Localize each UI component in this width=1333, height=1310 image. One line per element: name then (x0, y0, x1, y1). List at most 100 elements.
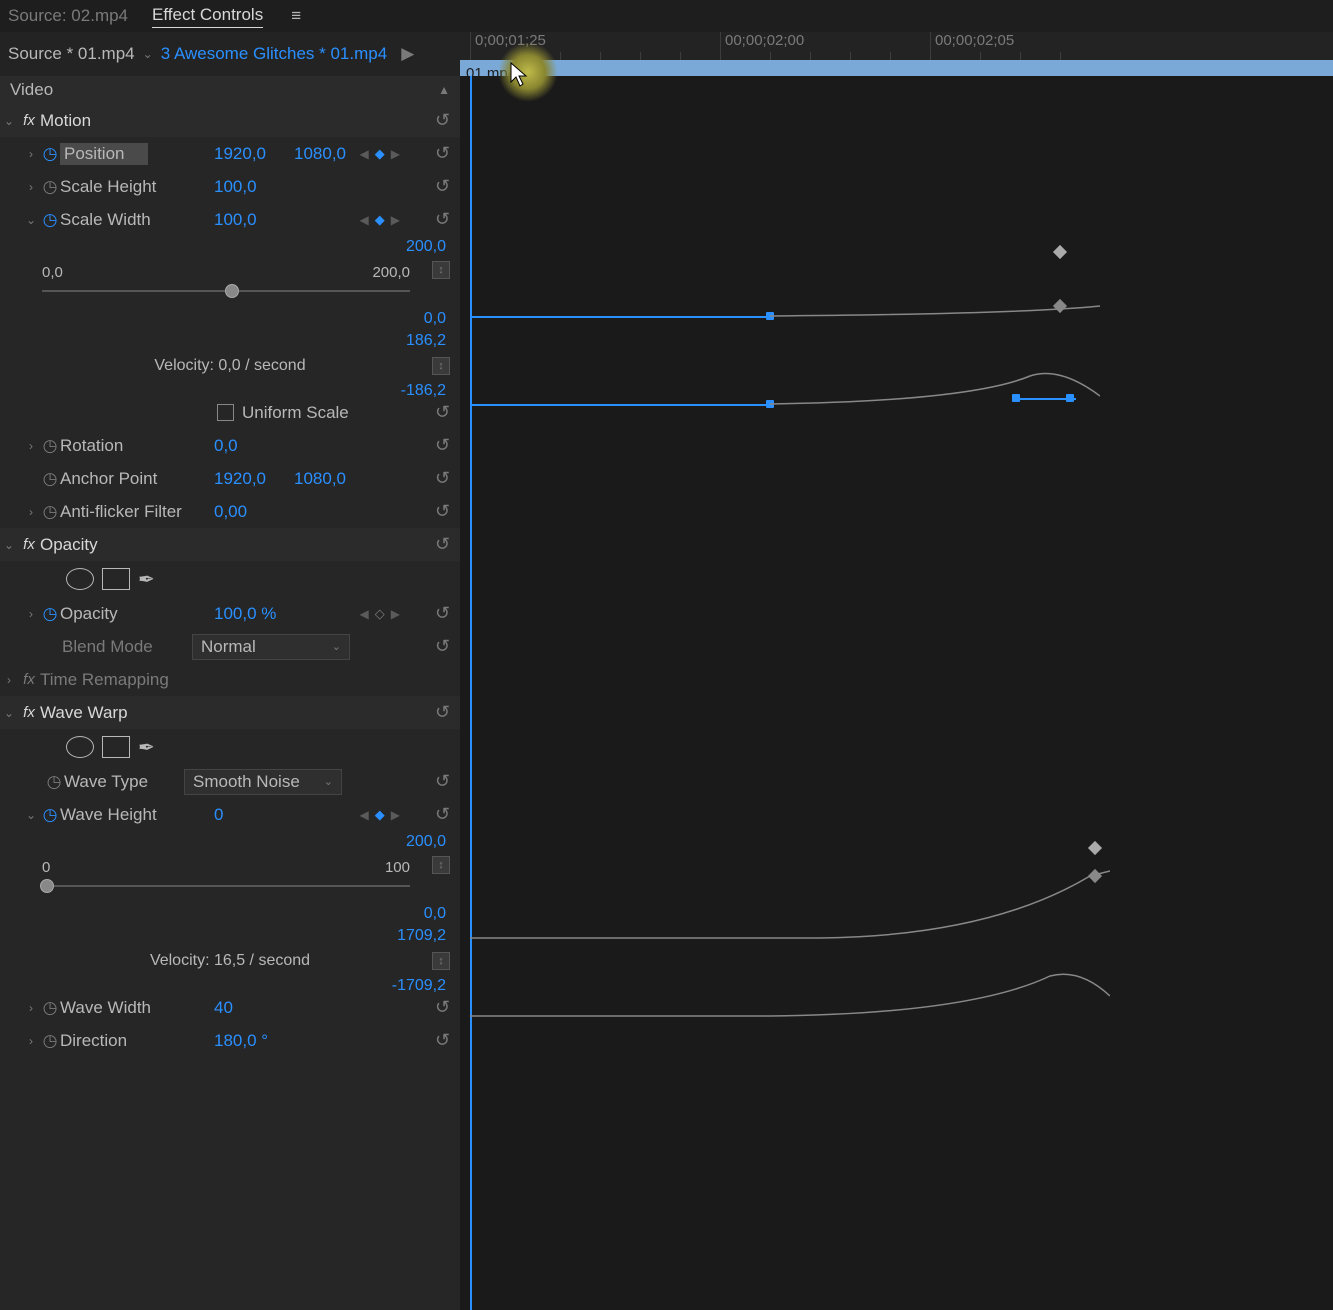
stopwatch-icon[interactable]: ◷ (40, 177, 60, 197)
slider-thumb[interactable] (225, 284, 239, 298)
uniform-scale-row[interactable]: . Uniform Scale ↻ (0, 396, 460, 429)
stopwatch-icon[interactable]: ◷ (44, 772, 64, 792)
rotation-value[interactable]: 0,0 (214, 436, 238, 456)
stopwatch-icon[interactable]: ◷ (40, 469, 60, 489)
position-x[interactable]: 1920,0 (214, 144, 266, 164)
stopwatch-icon[interactable]: ◷ (40, 998, 60, 1018)
prev-keyframe-icon[interactable]: ◀ (360, 213, 369, 227)
stopwatch-icon[interactable]: ◷ (40, 1031, 60, 1051)
add-keyframe-icon[interactable]: ◇ (375, 606, 385, 622)
add-keyframe-icon[interactable]: ◆ (375, 146, 385, 162)
fx-badge-icon[interactable]: fx (18, 112, 40, 129)
stopwatch-icon[interactable]: ◷ (40, 210, 60, 230)
play-only-icon[interactable]: ▶ (401, 44, 414, 64)
fx-badge-icon[interactable]: fx (18, 704, 40, 721)
reset-icon[interactable]: ↻ (435, 435, 450, 456)
pen-mask-icon[interactable]: ✒ (138, 567, 155, 592)
chevron-down-icon[interactable]: ⌄ (143, 47, 153, 61)
keyframe-icon[interactable] (1053, 245, 1067, 259)
graph-expand-icon[interactable]: ↕ (432, 952, 450, 970)
video-section-header[interactable]: Video ▲ (0, 76, 460, 104)
reset-icon[interactable]: ↻ (435, 771, 450, 792)
collapse-up-icon[interactable]: ▲ (438, 83, 450, 97)
reset-icon[interactable]: ↻ (435, 143, 450, 164)
tab-effect-controls[interactable]: Effect Controls (152, 5, 263, 28)
pen-mask-icon[interactable]: ✒ (138, 735, 155, 760)
effect-opacity[interactable]: ⌄ fx Opacity ↻ (0, 528, 460, 561)
graph-expand-icon[interactable]: ↕ (432, 856, 450, 874)
scale-height-value[interactable]: 100,0 (214, 177, 257, 197)
wave-type-dropdown[interactable]: Smooth Noise⌄ (184, 769, 342, 795)
twisty-icon[interactable]: › (22, 1001, 40, 1015)
ellipse-mask-icon[interactable] (66, 568, 94, 590)
next-keyframe-icon[interactable]: ▶ (391, 147, 400, 161)
reset-icon[interactable]: ↻ (435, 534, 450, 555)
effect-wave-warp[interactable]: ⌄ fx Wave Warp ↻ (0, 696, 460, 729)
reset-icon[interactable]: ↻ (435, 1030, 450, 1051)
slider-thumb[interactable] (40, 879, 54, 893)
reset-icon[interactable]: ↻ (435, 501, 450, 522)
reset-icon[interactable]: ↻ (435, 804, 450, 825)
twisty-icon[interactable]: › (22, 147, 40, 161)
graph-handle[interactable] (1012, 394, 1020, 402)
effect-time-remapping[interactable]: › fx Time Remapping (0, 663, 460, 696)
prev-keyframe-icon[interactable]: ◀ (360, 607, 369, 621)
direction-value[interactable]: 180,0 ° (214, 1031, 268, 1051)
wave-height-slider[interactable]: 0 100 ↕ (0, 859, 460, 905)
next-keyframe-icon[interactable]: ▶ (391, 808, 400, 822)
twisty-icon[interactable]: › (22, 439, 40, 453)
tab-source[interactable]: Source: 02.mp4 (8, 6, 128, 26)
anchor-y[interactable]: 1080,0 (294, 469, 346, 489)
timeline-track-area[interactable] (460, 76, 1333, 1310)
stopwatch-icon[interactable]: ◷ (40, 502, 60, 522)
timeline-ruler[interactable]: 0;00;01;25 00;00;02;00 00;00;02;05 01.mp… (460, 32, 1333, 76)
graph-handle[interactable] (1066, 394, 1074, 402)
fx-badge-icon[interactable]: fx (18, 671, 40, 688)
graph-expand-icon[interactable]: ↕ (432, 357, 450, 375)
playhead-line[interactable] (470, 76, 472, 1310)
sequence-clip-name[interactable]: 3 Awesome Glitches * 01.mp4 (161, 44, 387, 64)
twisty-icon[interactable]: › (0, 673, 18, 687)
anchor-x[interactable]: 1920,0 (214, 469, 266, 489)
twisty-icon[interactable]: › (22, 180, 40, 194)
add-keyframe-icon[interactable]: ◆ (375, 212, 385, 228)
stopwatch-icon[interactable]: ◷ (40, 436, 60, 456)
next-keyframe-icon[interactable]: ▶ (391, 607, 400, 621)
wave-width-value[interactable]: 40 (214, 998, 233, 1018)
keyframe-icon[interactable] (1088, 841, 1102, 855)
twisty-icon[interactable]: ⌄ (0, 114, 18, 128)
twisty-icon[interactable]: › (22, 607, 40, 621)
wave-height-value[interactable]: 0 (214, 805, 223, 825)
twisty-icon[interactable]: ⌄ (22, 808, 40, 822)
prop-label[interactable]: Position (60, 143, 148, 165)
panel-menu-icon[interactable]: ≡ (291, 6, 301, 26)
reset-icon[interactable]: ↻ (435, 636, 450, 657)
stopwatch-icon[interactable]: ◷ (40, 604, 60, 624)
rectangle-mask-icon[interactable] (102, 568, 130, 590)
reset-icon[interactable]: ↻ (435, 468, 450, 489)
graph-expand-icon[interactable]: ↕ (432, 261, 450, 279)
stopwatch-icon[interactable]: ◷ (40, 805, 60, 825)
blend-mode-dropdown[interactable]: Normal⌄ (192, 634, 350, 660)
opacity-value[interactable]: 100,0 % (214, 604, 276, 624)
next-keyframe-icon[interactable]: ▶ (391, 213, 400, 227)
add-keyframe-icon[interactable]: ◆ (375, 807, 385, 823)
reset-icon[interactable]: ↻ (435, 402, 450, 423)
scale-width-slider[interactable]: 0,0 200,0 ↕ (0, 264, 460, 310)
reset-icon[interactable]: ↻ (435, 209, 450, 230)
twisty-icon[interactable]: ⌄ (0, 706, 18, 720)
reset-icon[interactable]: ↻ (435, 176, 450, 197)
stopwatch-icon[interactable]: ◷ (40, 144, 60, 164)
source-clip-name[interactable]: Source * 01.mp4 (8, 44, 135, 64)
reset-icon[interactable]: ↻ (435, 110, 450, 131)
antiflicker-value[interactable]: 0,00 (214, 502, 247, 522)
effect-motion[interactable]: ⌄ fx Motion ↻ (0, 104, 460, 137)
prev-keyframe-icon[interactable]: ◀ (360, 147, 369, 161)
twisty-icon[interactable]: › (22, 505, 40, 519)
fx-badge-icon[interactable]: fx (18, 536, 40, 553)
twisty-icon[interactable]: ⌄ (0, 538, 18, 552)
rectangle-mask-icon[interactable] (102, 736, 130, 758)
twisty-icon[interactable]: ⌄ (22, 213, 40, 227)
reset-icon[interactable]: ↻ (435, 603, 450, 624)
scale-width-value[interactable]: 100,0 (214, 210, 257, 230)
